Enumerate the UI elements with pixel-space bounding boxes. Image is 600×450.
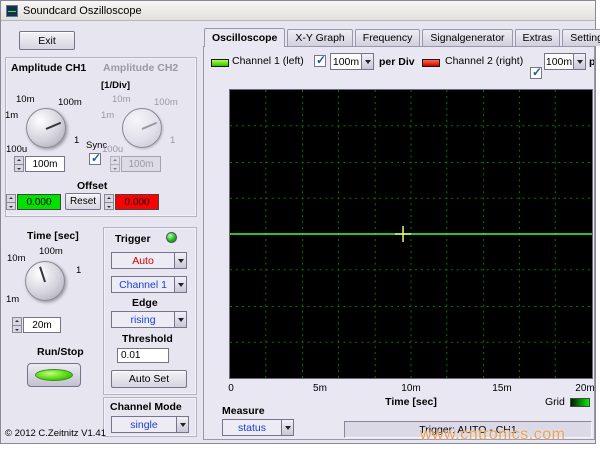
chevron-down-icon: [174, 253, 186, 268]
chevron-down-icon: [281, 420, 293, 435]
knob-scale-label: 10m: [112, 94, 130, 105]
knob-scale-label: 10m: [16, 94, 34, 105]
x-tick: 15m: [492, 383, 511, 394]
ch2-color-swatch: [422, 59, 440, 67]
copyright-text: © 2012 C.Zeitnitz V1.41: [5, 428, 106, 439]
trigger-led: [166, 232, 177, 243]
scope-display[interactable]: [229, 89, 593, 379]
x-tick: 0: [228, 383, 234, 394]
knob-pointer: [46, 122, 62, 130]
x-tick: 20m: [575, 383, 594, 394]
oscilloscope-panel: Channel 1 (left) 100m per Div Channel 2 …: [203, 46, 595, 440]
edge-select[interactable]: rising: [111, 311, 187, 328]
offset-ch2-spinner[interactable]: [104, 194, 114, 210]
time-label: Time [sec]: [27, 230, 79, 242]
window-title: Soundcard Oszilloscope: [23, 5, 142, 17]
watermark: www.cntronics.com: [420, 426, 565, 444]
ch1-amplitude-select[interactable]: 100m: [330, 53, 374, 70]
ch2-enable-checkbox[interactable]: [530, 67, 542, 79]
time-knob[interactable]: [25, 261, 65, 301]
ch2-amplitude-select[interactable]: 100m: [544, 53, 586, 70]
channel-mode-select[interactable]: single: [111, 416, 189, 433]
ch1-color-swatch: [211, 59, 229, 67]
chevron-down-icon: [361, 54, 373, 69]
x-tick: 10m: [401, 383, 420, 394]
knob-scale-label: 100m: [39, 246, 63, 257]
time-value[interactable]: 20m: [23, 317, 61, 333]
reset-button[interactable]: Reset: [65, 193, 101, 210]
exit-button[interactable]: Exit: [19, 31, 75, 50]
amplitude-ch1-label: Amplitude CH1: [11, 62, 86, 74]
threshold-input[interactable]: 0.01: [117, 348, 169, 363]
measure-select[interactable]: status: [222, 419, 294, 436]
amplitude-ch1-value[interactable]: 100m: [25, 156, 65, 172]
knob-scale-label: 100u: [6, 144, 27, 155]
measure-label: Measure: [222, 405, 265, 417]
amplitude-ch2-knob: [122, 108, 162, 148]
trigger-source-select[interactable]: Channel 1: [111, 276, 187, 293]
grid-label: Grid: [545, 396, 565, 408]
knob-scale-label: 100m: [154, 97, 178, 108]
trigger-label: Trigger: [115, 233, 151, 245]
offset-ch1-value[interactable]: 0.000: [17, 194, 61, 210]
x-tick: 5m: [313, 383, 327, 394]
chevron-down-icon: [174, 312, 186, 327]
knob-scale-label: 1: [170, 135, 175, 146]
tab-settings[interactable]: Settings: [562, 29, 600, 46]
x-axis-label: Time [sec]: [385, 396, 437, 408]
screen: Soundcard Oszilloscope Exit Amplitude CH…: [0, 0, 600, 450]
tab-frequency[interactable]: Frequency: [355, 29, 421, 46]
tab-oscilloscope[interactable]: Oscilloscope: [204, 28, 285, 47]
knob-scale-label: 10m: [7, 253, 25, 264]
tab-signalgenerator[interactable]: Signalgenerator: [422, 29, 512, 46]
knob-scale-label: 1: [74, 135, 79, 146]
amplitude-ch2-spinner: [110, 156, 120, 172]
sync-checkbox[interactable]: [89, 153, 101, 165]
chevron-down-icon: [176, 417, 188, 432]
threshold-label: Threshold: [122, 333, 173, 345]
amplitude-ch1-knob[interactable]: [26, 108, 66, 148]
edge-label: Edge: [132, 297, 158, 309]
offset-ch1-spinner[interactable]: [6, 194, 16, 210]
amplitude-ch2-value: 100m: [121, 156, 161, 172]
app-window: Soundcard Oszilloscope Exit Amplitude CH…: [0, 0, 596, 444]
knob-scale-label: 1: [76, 265, 81, 276]
knob-scale-label: 1m: [101, 110, 114, 121]
run-stop-label: Run/Stop: [37, 346, 84, 358]
chevron-down-icon: [174, 277, 186, 292]
knob-scale-label: 100u: [102, 144, 123, 155]
ch1-enable-checkbox[interactable]: [314, 55, 326, 67]
offset-ch2-value[interactable]: 0.000: [115, 194, 159, 210]
per-div-unit-label: [1/Div]: [101, 80, 130, 91]
ch2-per-div-label: per Div: [589, 56, 595, 68]
chevron-down-icon: [573, 54, 585, 69]
offset-label: Offset: [77, 180, 107, 192]
knob-scale-label: 1m: [6, 294, 19, 305]
app-icon: [6, 5, 18, 17]
grid-color-bar[interactable]: [570, 398, 590, 407]
ch1-per-div-label: per Div: [379, 56, 415, 68]
auto-set-button[interactable]: Auto Set: [111, 370, 187, 388]
tab-xy-graph[interactable]: X-Y Graph: [287, 29, 352, 46]
channel-mode-label: Channel Mode: [108, 401, 184, 413]
ch1-label: Channel 1 (left): [232, 55, 304, 67]
amplitude-ch1-spinner[interactable]: [14, 156, 24, 172]
knob-scale-label: 100m: [58, 97, 82, 108]
knob-scale-label: 1m: [5, 110, 18, 121]
trigger-mode-select[interactable]: Auto: [111, 252, 187, 269]
ch2-label: Channel 2 (right): [445, 55, 523, 67]
knob-pointer: [142, 122, 158, 130]
tab-bar: Oscilloscope X-Y Graph Frequency Signalg…: [204, 28, 600, 46]
title-bar[interactable]: Soundcard Oszilloscope: [1, 1, 595, 21]
tab-extras[interactable]: Extras: [515, 29, 561, 46]
run-stop-button[interactable]: [27, 363, 81, 387]
amplitude-ch2-label: Amplitude CH2: [103, 62, 178, 74]
time-spinner[interactable]: [12, 317, 22, 333]
run-indicator: [35, 369, 73, 381]
knob-pointer: [39, 266, 46, 282]
